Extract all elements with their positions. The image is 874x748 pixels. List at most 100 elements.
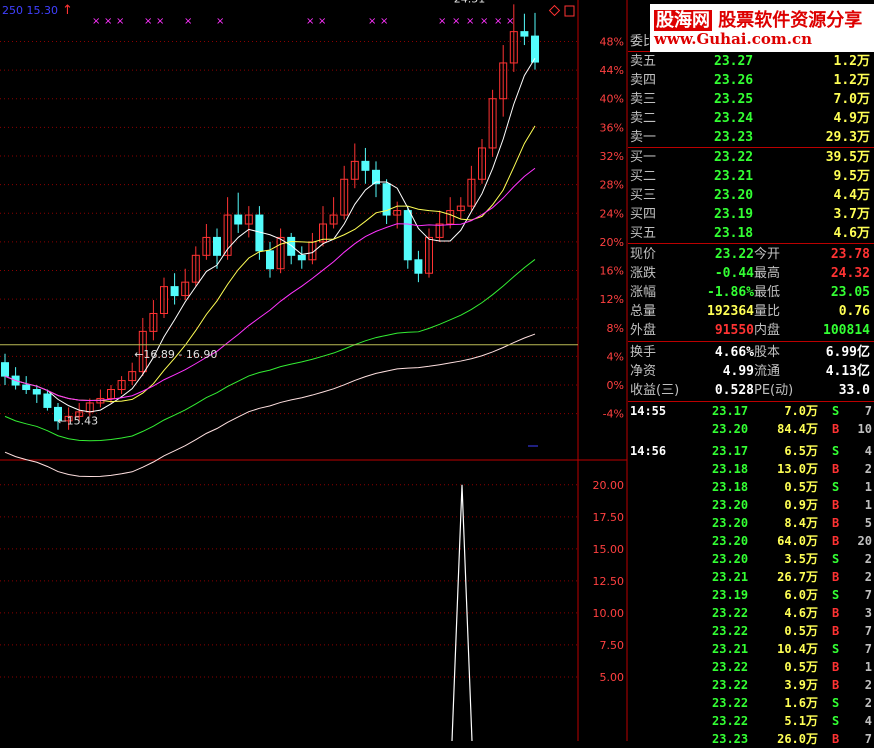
ask-volume: 1.2万 [833, 54, 870, 69]
trade-time: 14:56 [630, 444, 667, 458]
y-tick-label: 12.50 [593, 575, 625, 588]
trade-price: 23.20 [712, 552, 749, 566]
ask-row: 卖五 23.27 1.2万 [628, 52, 874, 71]
trade-volume: 3.5万 [784, 552, 818, 566]
y-tick-label: 0% [607, 379, 624, 392]
trade-price: 23.18 [712, 480, 749, 494]
trade-row: 23.22 0.5万 B 7 [628, 622, 874, 640]
stat-label: 涨跌 [630, 266, 657, 281]
trade-price: 23.22 [712, 624, 749, 638]
bid-volume: 3.7万 [833, 207, 870, 222]
trade-side: S [832, 588, 840, 602]
trade-side: B [832, 660, 840, 674]
trade-price: 23.18 [712, 462, 749, 476]
trade-side: B [832, 624, 840, 638]
stat-value: 23.22 [714, 247, 754, 262]
trade-row: 23.22 3.9万 B 2 [628, 676, 874, 694]
trade-price: 23.22 [712, 678, 749, 692]
trade-row: 23.23 26.0万 B 7 [628, 730, 874, 748]
stat-value: 23.78 [830, 247, 870, 262]
signal-marker: × [144, 16, 152, 27]
ask-row: 卖二 23.24 4.9万 [628, 109, 874, 128]
trade-count: 7 [864, 624, 872, 638]
chart-area[interactable]: 48% 44% 40% 36% 32% 28% 24% 20% 16% 12% 8% 4% 0% -4% 2… [0, 0, 628, 741]
bid-row: 买五 23.18 4.6万 [628, 224, 874, 243]
stat-row: 总量 192364 量比 0.76 [628, 302, 874, 321]
trade-side: B [832, 498, 840, 512]
stat-value: 23.05 [830, 285, 870, 300]
ask-volume: 29.3万 [825, 130, 870, 145]
candle-body [43, 393, 52, 408]
trade-volume: 0.5万 [784, 660, 818, 674]
trade-volume: 10.4万 [777, 642, 818, 656]
trade-side: S [832, 404, 840, 418]
stat-value: 91550 [714, 323, 754, 338]
bid-row: 买四 23.19 3.7万 [628, 205, 874, 224]
fund-label: 净资 [630, 364, 657, 379]
fund-label: 收益(三) [630, 383, 680, 398]
stat-row: 现价 23.22 今开 23.78 [628, 245, 874, 264]
trade-count: 7 [864, 404, 872, 418]
trade-volume: 26.0万 [777, 732, 818, 746]
watermark-logo: 股海网 股票软件资源分享 www.Guhai.com.cn [650, 4, 874, 52]
trade-count: 5 [864, 516, 872, 530]
signal-marker: × [306, 16, 314, 27]
bid-price: 23.20 [714, 188, 754, 203]
trade-price: 23.20 [712, 498, 749, 512]
y-tick-label: 20.00 [593, 479, 625, 492]
signal-marker: × [216, 16, 224, 27]
candle-body [403, 210, 412, 261]
candle-body [170, 286, 179, 297]
stat-value: 192364 [707, 304, 754, 319]
signal-marker: × [116, 16, 124, 27]
trade-volume: 6.0万 [784, 588, 818, 602]
high-annotation: 24.51 [454, 0, 486, 5]
y-tick-label: 40% [600, 93, 624, 106]
ask-label: 卖五 [630, 54, 657, 69]
trade-price: 23.19 [712, 588, 749, 602]
trade-side: B [832, 422, 840, 436]
bid-volume: 9.5万 [833, 169, 870, 184]
trade-price: 23.23 [712, 732, 749, 746]
trade-count: 2 [864, 462, 872, 476]
bid-volume: 39.5万 [825, 150, 870, 165]
stat-row: 涨幅 -1.86% 最低 23.05 [628, 283, 874, 302]
bid-row: 买一 23.22 39.5万 [628, 148, 874, 167]
trade-price: 23.21 [712, 570, 749, 584]
ma5-line [4, 58, 536, 413]
trade-side: B [832, 732, 840, 746]
bid-label: 买五 [630, 226, 657, 241]
trade-count: 2 [864, 678, 872, 692]
signal-marker: × [494, 16, 502, 27]
signal-marker: × [318, 16, 326, 27]
trade-count: 3 [864, 606, 872, 620]
candle-body [361, 160, 370, 171]
trade-side: B [832, 606, 840, 620]
bid-price: 23.21 [714, 169, 754, 184]
trade-price: 23.17 [712, 404, 749, 418]
y-tick-label: 8% [607, 322, 624, 335]
trade-time: 14:55 [630, 404, 667, 418]
ask-label: 卖四 [630, 73, 657, 88]
fund-label: 换手 [630, 345, 657, 360]
candle-body [297, 254, 306, 261]
y-tick-label: 10.00 [593, 607, 625, 620]
trade-count: 7 [864, 732, 872, 746]
ma60-line [4, 333, 536, 478]
trade-volume: 0.5万 [784, 624, 818, 638]
stat-label: 外盘 [630, 323, 657, 338]
trade-side: S [832, 480, 840, 494]
stat-label: 最高 [754, 266, 781, 281]
bid-label: 买一 [630, 150, 657, 165]
y-tick-label: 32% [600, 150, 624, 163]
candle-body [234, 214, 243, 225]
signal-marker: × [506, 16, 514, 27]
trade-volume: 26.7万 [777, 570, 818, 584]
fund-label: 流通 [754, 364, 781, 379]
trade-volume: 6.5万 [784, 444, 818, 458]
trade-price: 23.20 [712, 422, 749, 436]
bid-row: 买二 23.21 9.5万 [628, 167, 874, 186]
trade-side: S [832, 552, 840, 566]
trade-side: B [832, 462, 840, 476]
trade-row: 23.20 64.0万 B 20 [628, 532, 874, 550]
